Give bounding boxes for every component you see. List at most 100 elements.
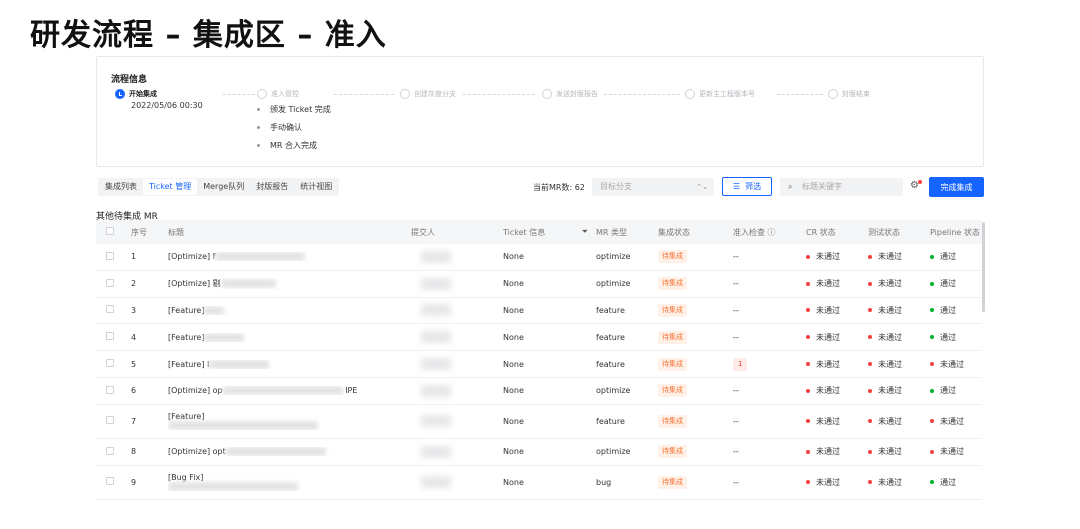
step-pending-icon — [828, 89, 838, 99]
row-title-cell[interactable]: [Optimize] 剔 — [168, 278, 411, 289]
target-branch-select[interactable]: 目标分支 ⌃⌄ — [592, 178, 714, 196]
row-checkbox[interactable] — [106, 477, 114, 486]
table-row[interactable]: 6 [Optimize] op IPE None optimize 待集成 -- 未通过 未通… — [96, 378, 982, 405]
step-label: 发送封版报告 — [556, 90, 598, 98]
complete-integration-button[interactable]: 完成集成 — [929, 177, 984, 197]
step-access-control[interactable]: 准入管控 — [257, 88, 299, 100]
table-row[interactable]: 8 [Optimize] opt None optimize 待集成 -- 未通过 未通过 未… — [96, 439, 982, 466]
row-test-status: 未通过 — [868, 278, 930, 289]
row-checkbox-cell — [96, 385, 131, 396]
row-title: [Feature] — [168, 305, 205, 315]
flow-info-card: 流程信息 开始集成 准入管控 创建灰度分支 发送封版报告 更新主工程版本号 封版… — [96, 56, 984, 167]
row-test-status: 未通过 — [868, 416, 930, 427]
row-title-tail: IPE — [345, 386, 358, 396]
step-start-integration[interactable]: 开始集成 — [115, 88, 157, 100]
row-ticket-value: None — [503, 447, 524, 457]
row-check-value: -- — [733, 252, 739, 262]
redacted-avatar — [421, 384, 451, 397]
status-dot-icon — [868, 449, 872, 454]
row-title-cell[interactable]: [Feature] — [168, 412, 411, 431]
step-update-version[interactable]: 更新主工程版本号 — [685, 88, 755, 100]
table-row[interactable]: 9 [Bug Fix] None bug 待集成 -- 未通过 未通过 通过 — [96, 466, 982, 500]
row-checkbox-cell — [96, 332, 131, 342]
header-ticket: Ticket 信息 ⏷ — [503, 227, 596, 238]
status-badge: 待集成 — [658, 357, 687, 371]
row-title-cell[interactable]: [Optimize] f — [168, 252, 411, 262]
select-all-checkbox[interactable] — [106, 227, 114, 235]
check-count-badge[interactable]: 1 — [733, 357, 748, 371]
tab-integration-list[interactable]: 集成列表 — [99, 179, 143, 195]
row-pipeline-status: 通过 — [930, 305, 982, 316]
table-row[interactable]: 4 [Feature] None feature 待集成 -- 未通过 未通过 通过 — [96, 324, 982, 352]
search-input[interactable]: ⌕ 标题关键字 — [780, 178, 903, 196]
status-dot-icon — [930, 308, 934, 313]
header-check: 准入检查 ⓘ — [733, 227, 776, 237]
filter-button[interactable]: ☰ 筛选 — [722, 177, 772, 196]
row-checkbox[interactable] — [106, 446, 114, 455]
row-test-label: 未通过 — [878, 359, 902, 369]
row-cr-label: 未通过 — [816, 447, 840, 457]
row-pipeline-label: 通过 — [940, 477, 956, 487]
row-checkbox[interactable] — [106, 305, 114, 314]
row-title-cell[interactable]: [Feature] — [168, 305, 411, 315]
row-checkbox[interactable] — [106, 278, 114, 287]
table-row[interactable]: 1 [Optimize] f None optimize 待集成 -- 未通过 未通过 通过 — [96, 244, 982, 271]
row-index: 3 — [131, 305, 137, 315]
bullet-icon — [257, 125, 260, 129]
step-pending-icon — [257, 89, 267, 99]
table-row[interactable]: 5 [Feature] I None feature 待集成 1 未通过 未通过 未通过 — [96, 351, 982, 378]
row-cr-label: 未通过 — [816, 305, 840, 315]
row-title-cell[interactable]: [Feature] I — [168, 359, 411, 369]
row-ticket: None — [503, 447, 596, 456]
row-index: 9 — [131, 477, 137, 487]
row-cr-status: 未通过 — [806, 359, 868, 370]
row-cr-label: 未通过 — [816, 252, 840, 262]
row-ticket-value: None — [503, 359, 524, 369]
tab-ticket-management[interactable]: Ticket 管理 — [143, 179, 198, 195]
table-row[interactable]: 2 [Optimize] 剔 None optimize 待集成 -- 未通过 未通过 通过 — [96, 271, 982, 298]
row-ticket: None — [503, 333, 596, 342]
row-merge-status: 待集成 — [658, 250, 733, 264]
row-check: 1 — [733, 357, 806, 371]
step-create-gray-branch[interactable]: 创建灰度分支 — [400, 88, 456, 100]
redacted-avatar — [421, 250, 451, 263]
row-type: feature — [596, 305, 625, 315]
tab-merge-queue[interactable]: Merge队列 — [197, 179, 250, 195]
table-row[interactable]: 3 [Feature] None feature 待集成 -- 未通过 未通过 通过 — [96, 298, 982, 325]
row-cr-status: 未通过 — [806, 416, 868, 427]
filter-button-label: 筛选 — [745, 182, 762, 191]
row-ticket: None — [503, 478, 596, 487]
status-dot-icon — [868, 388, 872, 393]
row-checkbox[interactable] — [106, 359, 114, 368]
status-dot-icon — [930, 335, 934, 340]
row-test-label: 未通过 — [878, 252, 902, 262]
redacted-avatar — [421, 476, 451, 489]
status-dot-icon — [868, 335, 872, 340]
row-checkbox[interactable] — [106, 416, 114, 425]
row-ticket-value: None — [503, 332, 524, 342]
row-title-cell[interactable]: [Feature] — [168, 332, 411, 342]
row-title-cell[interactable]: [Optimize] op IPE — [168, 386, 411, 396]
tab-statistics[interactable]: 统计视图 — [294, 179, 338, 195]
row-title: [Optimize] opt — [168, 447, 226, 457]
funnel-icon[interactable]: ⏷ — [582, 227, 588, 237]
table-scrollbar[interactable] — [982, 222, 985, 312]
tab-freeze-report[interactable]: 封版报告 — [250, 179, 294, 195]
row-title-cell[interactable]: [Optimize] opt — [168, 447, 411, 457]
row-check: -- — [733, 447, 806, 456]
row-checkbox-cell — [96, 416, 131, 426]
filter-sliders-icon: ☰ — [732, 182, 741, 191]
step-connector — [334, 94, 394, 95]
row-checkbox[interactable] — [106, 385, 114, 394]
step-send-report[interactable]: 发送封版报告 — [542, 88, 598, 100]
row-checkbox[interactable] — [106, 332, 114, 341]
row-pipeline-label: 通过 — [940, 332, 956, 342]
status-badge: 待集成 — [658, 250, 687, 264]
row-title-cell[interactable]: [Bug Fix] — [168, 473, 411, 492]
status-dot-icon — [806, 254, 810, 259]
row-type: feature — [596, 416, 625, 426]
row-checkbox[interactable] — [106, 251, 114, 260]
step-pending-icon — [685, 89, 695, 99]
step-freeze-end[interactable]: 封版结束 — [828, 88, 870, 100]
table-row[interactable]: 7 [Feature] None feature 待集成 -- 未通过 未通过 未通过 — [96, 405, 982, 439]
